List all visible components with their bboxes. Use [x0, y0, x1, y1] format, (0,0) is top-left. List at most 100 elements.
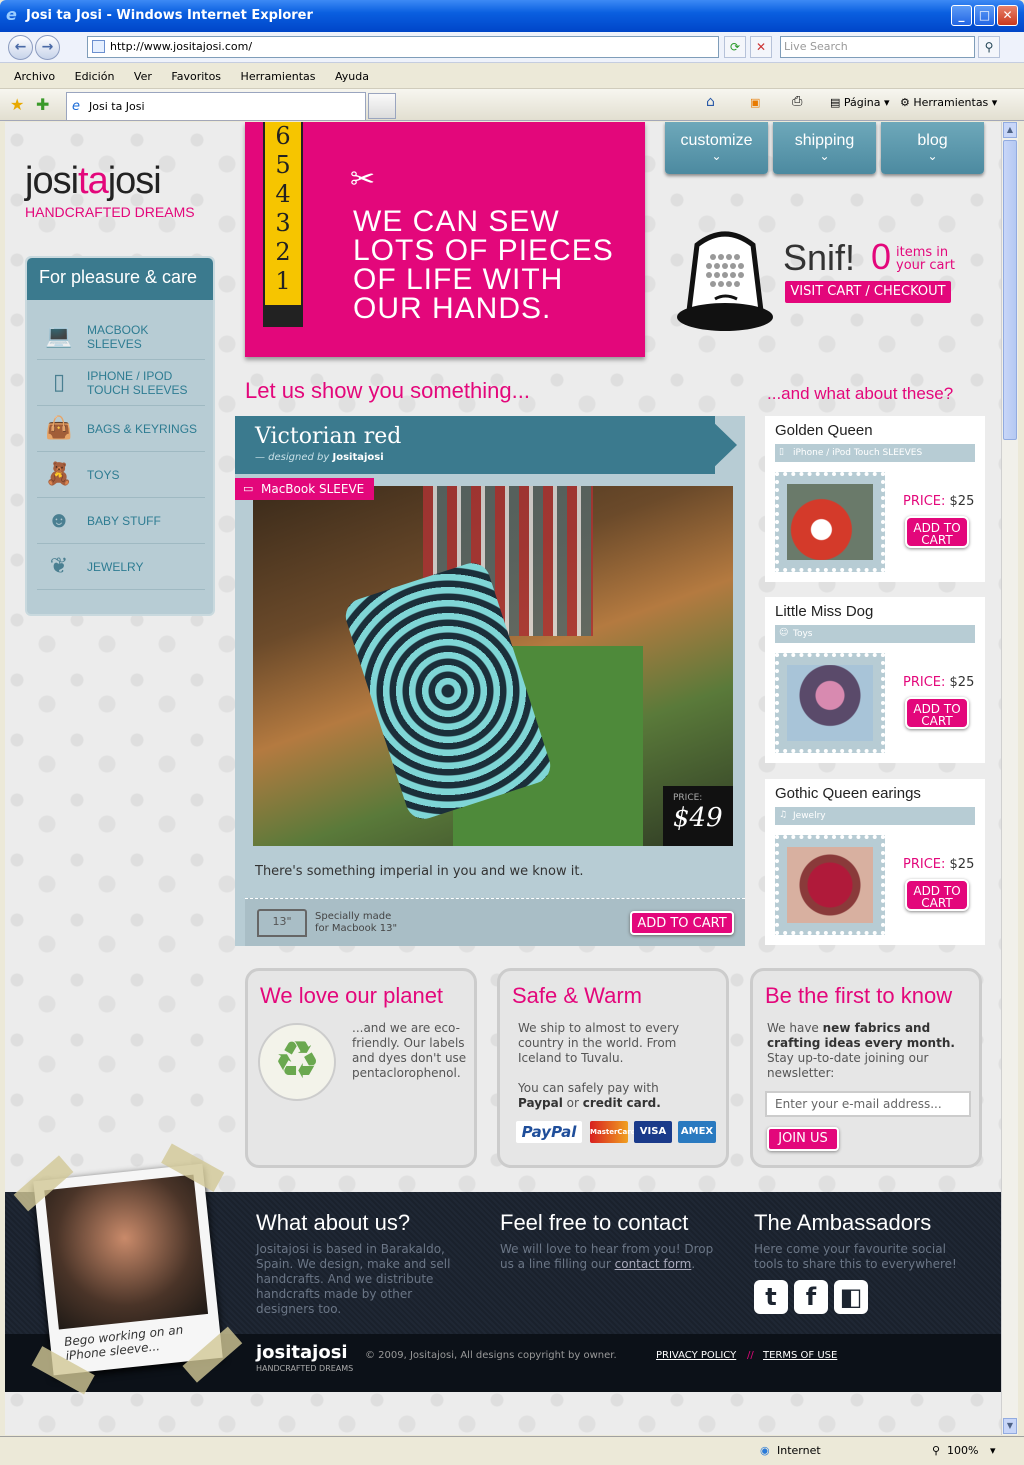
visit-cart-button[interactable]: VISIT CART / CHECKOUT [785, 281, 951, 303]
footer-logo[interactable]: jositajosi [256, 1342, 348, 1363]
forward-button[interactable]: → [35, 35, 60, 60]
add-to-cart-button[interactable]: ADD TO CART [905, 697, 969, 729]
laptop-icon: 💻 [45, 323, 73, 348]
menu-favoritos[interactable]: Favoritos [171, 70, 221, 83]
zoom-icon[interactable]: ⚲ [932, 1444, 940, 1457]
scroll-up-arrow-icon[interactable]: ▲ [1003, 122, 1017, 138]
add-to-cart-button[interactable]: ADD TO CART [630, 911, 734, 935]
zoom-level[interactable]: 100% [947, 1444, 978, 1457]
print-icon[interactable]: ⎙ [792, 94, 802, 109]
category-tag[interactable]: ▭ MacBook SLEEVE [235, 478, 375, 500]
sidebar-item-toys[interactable]: 🧸 TOYS [37, 452, 205, 498]
favorites-star-icon[interactable]: ★ [10, 95, 24, 114]
cart-label: items in your cart [896, 245, 955, 273]
sidebar-item-macbook[interactable]: 💻 MACBOOK SLEEVES [37, 314, 205, 360]
sidebar-item-bags[interactable]: 👜 BAGS & KEYRINGS [37, 406, 205, 452]
email-input[interactable]: Enter your e-mail address... [765, 1091, 971, 1117]
price-label: PRICE: [673, 793, 703, 803]
price-label: PRICE: [903, 857, 946, 872]
ie-logo-icon: e [6, 5, 17, 24]
sidebar-item-iphone[interactable]: ▯ IPHONE / IPOD TOUCH SLEEVES [37, 360, 205, 406]
nav-blog[interactable]: blog ⌄ [881, 122, 984, 174]
about-text: Jositajosi is based in Barakaldo, Spain.… [256, 1242, 451, 1316]
sidebar-item-baby[interactable]: ☻ BABY STUFF [37, 498, 205, 544]
featured-title[interactable]: Victorian red [255, 424, 401, 449]
maximize-button[interactable]: □ [974, 5, 995, 26]
back-button[interactable]: ← [8, 35, 33, 60]
sidebar-item-jewelry[interactable]: ❦ JEWELRY [37, 544, 205, 590]
spec-line: Specially made [315, 911, 392, 922]
join-us-button[interactable]: JOIN US [767, 1127, 839, 1151]
contact-form-link[interactable]: contact form [615, 1257, 692, 1271]
news-text-c: Stay up-to-date joining our newsletter: [767, 1051, 929, 1080]
chevron-down-icon: ⌄ [711, 149, 722, 163]
product-stamp-frame [775, 653, 885, 753]
product-category-label: iPhone / iPod Touch SLEEVES [793, 448, 923, 458]
url-text: http://www.jositajosi.com/ [110, 40, 253, 53]
featured-description: There's something imperial in you and we… [255, 864, 584, 879]
laptop-size-icon: 13" [257, 909, 307, 937]
refresh-button[interactable]: ⟳ [724, 36, 746, 58]
home-icon[interactable]: ⌂ [706, 94, 715, 110]
contact-title: Feel free to contact [500, 1210, 689, 1235]
measuring-tape-graphic: 6 5 4 3 2 1 [263, 122, 303, 327]
paypal-logo: PayPal [516, 1121, 582, 1143]
safe-payment-text: You can safely pay with Paypal or credit … [518, 1081, 708, 1111]
pay-text: You can safely pay with [518, 1081, 659, 1095]
price-label: PRICE: [903, 675, 946, 690]
bag-icon: 👜 [45, 415, 73, 440]
product-title[interactable]: Golden Queen [775, 422, 873, 439]
newsletter-title: Be the first to know [765, 983, 953, 1008]
product-title[interactable]: Little Miss Dog [775, 603, 873, 620]
menu-archivo[interactable]: Archivo [14, 70, 55, 83]
product-category: ▯ iPhone / iPod Touch SLEEVES [775, 444, 975, 462]
feeds-icon[interactable]: ▣ [750, 96, 760, 109]
search-input[interactable]: Live Search [780, 36, 975, 58]
tab-jositajosi[interactable]: e Josi ta Josi [66, 92, 366, 120]
zoom-dropdown-icon[interactable]: ▾ [990, 1444, 996, 1457]
site-logo[interactable]: jositajosi [25, 160, 162, 203]
privacy-policy-link[interactable]: PRIVACY POLICY [656, 1350, 736, 1361]
sidebar-item-label: JEWELRY [87, 560, 144, 574]
sidebar-item-label: BAGS & KEYRINGS [87, 422, 198, 436]
twitter-icon[interactable]: t [754, 1280, 788, 1314]
menu-ver[interactable]: Ver [134, 70, 152, 83]
minimize-button[interactable]: _ [951, 5, 972, 26]
product-photo[interactable] [787, 847, 873, 923]
scroll-thumb[interactable] [1003, 140, 1017, 440]
add-favorites-icon[interactable]: ✚ [36, 95, 49, 114]
facebook-icon[interactable]: f [794, 1280, 828, 1314]
product-title[interactable]: Gothic Queen earings [775, 785, 921, 802]
nav-customize[interactable]: customize ⌄ [665, 122, 768, 174]
product-photo[interactable] [787, 484, 873, 560]
vertical-scrollbar[interactable]: ▲ ▼ [1001, 122, 1018, 1435]
add-to-cart-button[interactable]: ADD TO CART [905, 516, 969, 548]
menu-edicion[interactable]: Edición [75, 70, 115, 83]
menu-ayuda[interactable]: Ayuda [335, 70, 369, 83]
spec-text: Specially made for Macbook 13" [315, 911, 397, 935]
terms-of-use-link[interactable]: TERMS OF USE [763, 1350, 837, 1361]
product-card-gothic-queen: Gothic Queen earings ♫ Jewelry PRICE: $25… [765, 779, 985, 945]
featured-price: $49 [673, 803, 723, 833]
page-menu[interactable]: ▤ Página ▾ [830, 96, 890, 109]
close-window-button[interactable]: ✕ [997, 5, 1018, 26]
footer-tagline: HANDCRAFTED DREAMS [256, 1364, 354, 1373]
phone-icon: ▯ [779, 447, 784, 457]
planet-title: We love our planet [260, 983, 444, 1008]
featured-footer: 13" Specially made for Macbook 13" ADD TO… [245, 898, 745, 946]
delicious-icon[interactable]: ◧ [834, 1280, 868, 1314]
scroll-down-arrow-icon[interactable]: ▼ [1003, 1418, 1017, 1434]
product-photo[interactable] [787, 665, 873, 741]
add-to-cart-button[interactable]: ADD TO CART [905, 879, 969, 911]
stop-button[interactable]: ✕ [750, 36, 772, 58]
ruler-number: 4 [275, 180, 291, 208]
more-heading: ...and what about these? [767, 384, 954, 403]
nav-shipping[interactable]: shipping ⌄ [773, 122, 876, 174]
tools-menu[interactable]: ⚙ Herramientas ▾ [900, 96, 997, 109]
search-icon[interactable]: ⚲ [978, 36, 1000, 58]
new-tab-button[interactable] [368, 93, 396, 119]
window-title: Josi ta Josi - Windows Internet Explorer [26, 8, 313, 23]
menu-herramientas[interactable]: Herramientas [241, 70, 316, 83]
address-input[interactable]: http://www.jositajosi.com/ [87, 36, 719, 58]
featured-product-photo[interactable]: PRICE: $49 [253, 486, 733, 846]
